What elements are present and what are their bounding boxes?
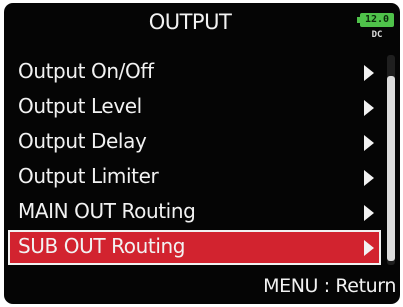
menu-item-output-limiter[interactable]: Output Limiter xyxy=(8,160,381,195)
menu-return-hint: MENU : Return xyxy=(263,275,396,297)
menu-item-label: SUB OUT Routing xyxy=(18,234,186,258)
chevron-right-icon xyxy=(364,205,374,221)
menu-item-label: Output On/Off xyxy=(18,59,154,83)
power-source-label: DC xyxy=(371,30,383,40)
screen-title: OUTPUT xyxy=(148,10,232,34)
battery-icon: 12.0 xyxy=(357,13,394,27)
menu-item-output-on-off[interactable]: Output On/Off xyxy=(8,55,381,90)
device-screen: OUTPUT 12.0 DC Output On/Off Output Leve… xyxy=(4,3,400,304)
chevron-right-icon xyxy=(364,65,374,81)
menu-item-output-delay[interactable]: Output Delay xyxy=(8,125,381,160)
menu-item-label: Output Delay xyxy=(18,129,147,153)
scrollbar-thumb[interactable] xyxy=(387,76,395,261)
menu-item-label: Output Limiter xyxy=(18,164,159,188)
menu-item-label: MAIN OUT Routing xyxy=(18,199,196,223)
chevron-right-icon xyxy=(364,170,374,186)
chevron-right-icon xyxy=(364,100,374,116)
menu-item-sub-out-routing[interactable]: SUB OUT Routing xyxy=(8,230,381,265)
chevron-right-icon xyxy=(364,240,374,256)
menu-item-label: Output Level xyxy=(18,94,142,118)
menu-item-main-out-routing[interactable]: MAIN OUT Routing xyxy=(8,195,381,230)
menu-item-output-level[interactable]: Output Level xyxy=(8,90,381,125)
chevron-right-icon xyxy=(364,135,374,151)
output-menu: Output On/Off Output Level Output Delay … xyxy=(8,55,381,265)
